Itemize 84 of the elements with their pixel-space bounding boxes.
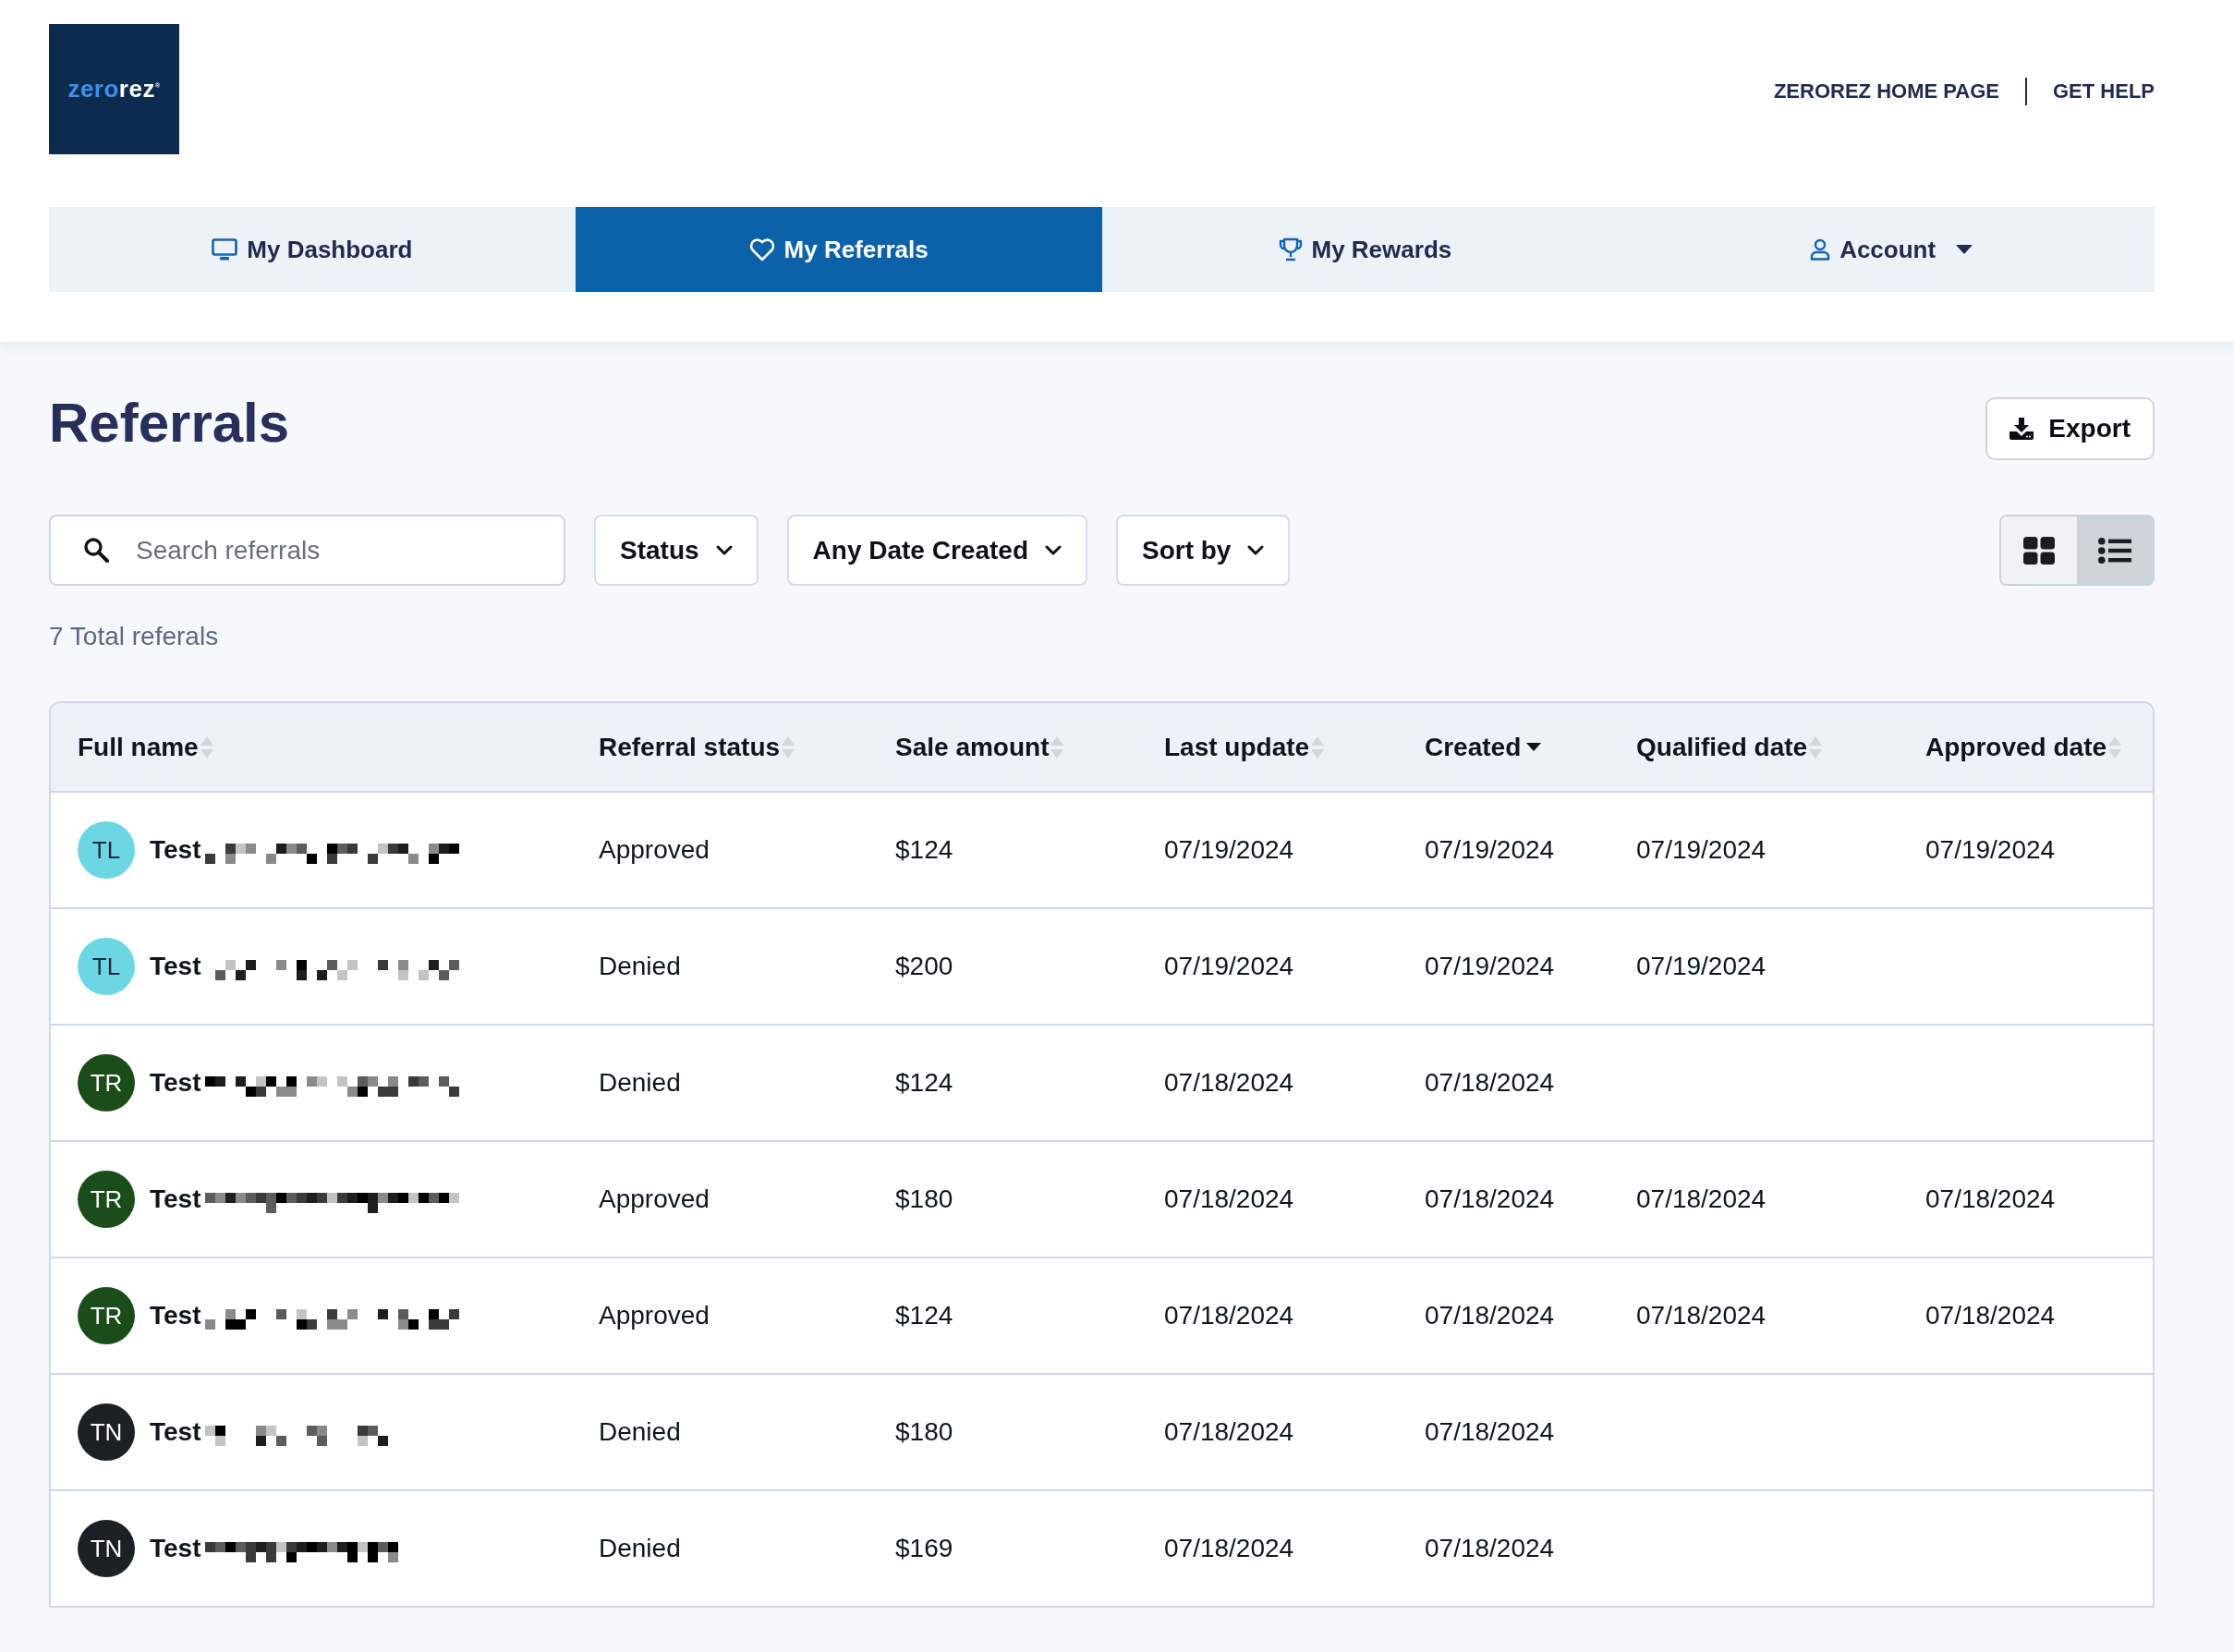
table-cell: $124: [895, 1301, 953, 1330]
name-text: Test: [150, 1184, 201, 1214]
column-header[interactable]: Last update: [1164, 732, 1325, 762]
avatar: TR: [78, 1287, 135, 1344]
table-cell: 07/19/2024: [1164, 952, 1294, 980]
chevron-down-icon: [1045, 545, 1062, 555]
table-cell: Denied: [599, 1068, 681, 1097]
name-text: Test: [150, 835, 201, 865]
avatar: TR: [78, 1054, 135, 1111]
table-cell: 07/18/2024: [1636, 1301, 1767, 1330]
export-button[interactable]: Export: [1985, 397, 2155, 460]
avatar: TL: [78, 821, 135, 879]
grid-view-button[interactable]: [2001, 516, 2077, 584]
table-cell: 07/18/2024: [1425, 1184, 1555, 1213]
total-count: 7 Total referals: [49, 622, 219, 650]
table-cell: 07/18/2024: [1636, 1184, 1767, 1213]
avatar: TR: [78, 1171, 135, 1228]
table-cell: 07/18/2024: [1925, 1301, 2056, 1330]
chevron-down-icon: [1247, 545, 1265, 555]
table-cell: Approved: [599, 835, 710, 864]
table-cell: 07/18/2024: [1164, 1184, 1294, 1213]
table-cell: $169: [895, 1534, 953, 1562]
table-cell: $124: [895, 835, 953, 864]
nav-tab[interactable]: Account: [1628, 207, 2155, 292]
name-text: Test: [150, 1417, 201, 1447]
table-cell: Approved: [599, 1301, 710, 1330]
table-cell: 07/19/2024: [1164, 835, 1294, 864]
download-icon: [2009, 418, 2034, 440]
table-cell: 07/18/2024: [1164, 1068, 1294, 1097]
nav-tab[interactable]: My Referrals: [575, 207, 1102, 292]
table-cell: 07/19/2024: [1636, 835, 1767, 864]
table-cell: 07/18/2024: [1425, 1301, 1555, 1330]
table-cell: 07/18/2024: [1425, 1068, 1555, 1097]
table-cell: 07/18/2024: [1425, 1534, 1555, 1562]
nav-tab[interactable]: My Rewards: [1101, 207, 1629, 292]
table-cell: 07/19/2024: [1425, 835, 1555, 864]
chevron-down-icon: [715, 545, 733, 555]
list-icon: [2098, 537, 2131, 564]
filter-dropdown[interactable]: Any Date Created: [786, 515, 1087, 586]
table-cell: $180: [895, 1417, 953, 1446]
table-cell: 07/18/2024: [1425, 1417, 1555, 1446]
trophy-icon: [1278, 237, 1303, 261]
name-text: Test: [150, 1534, 201, 1563]
column-header[interactable]: Qualified date: [1636, 732, 1823, 762]
heart-icon: [748, 237, 775, 261]
table-cell: 07/18/2024: [1164, 1301, 1294, 1330]
column-header[interactable]: Referral status: [599, 732, 795, 762]
table-cell: 07/19/2024: [1425, 952, 1555, 980]
user-icon: [1810, 238, 1831, 261]
page-title: Referrals: [49, 391, 290, 456]
caret-down-icon: [1956, 245, 1973, 254]
filter-dropdown[interactable]: Status: [594, 515, 759, 586]
avatar: TN: [78, 1403, 135, 1461]
column-header[interactable]: Sale amount: [895, 732, 1064, 762]
avatar: TN: [78, 1520, 135, 1577]
search-field[interactable]: Search referrals: [49, 515, 565, 586]
table-cell: $200: [895, 952, 953, 980]
name-text: Test: [150, 1301, 201, 1330]
header-link[interactable]: ZEROREZ HOME PAGE: [1773, 79, 1999, 103]
table-cell: 07/19/2024: [1925, 835, 2056, 864]
table-cell: Denied: [599, 952, 681, 980]
grid-icon: [2023, 536, 2055, 565]
column-header[interactable]: Created: [1425, 732, 1542, 762]
search-icon: [83, 537, 109, 563]
table-cell: 07/18/2024: [1925, 1184, 2056, 1213]
table-cell: 07/18/2024: [1164, 1534, 1294, 1562]
name-text: Test: [150, 1068, 201, 1098]
table-cell: Denied: [599, 1534, 681, 1562]
avatar: TL: [78, 938, 135, 995]
header-link[interactable]: GET HELP: [2053, 79, 2155, 103]
column-header[interactable]: Full name: [78, 732, 213, 762]
table-cell: $124: [895, 1068, 953, 1097]
nav-tab[interactable]: My Dashboard: [49, 207, 576, 292]
logo[interactable]: zerorez$^{®}$: [49, 24, 179, 154]
table-cell: 07/19/2024: [1636, 952, 1767, 980]
table-cell: 07/18/2024: [1164, 1417, 1294, 1446]
table-cell: Denied: [599, 1417, 681, 1446]
table-cell: Approved: [599, 1184, 710, 1213]
table-cell: $180: [895, 1184, 953, 1213]
name-text: Test: [150, 952, 201, 981]
filter-dropdown[interactable]: Sort by: [1116, 515, 1291, 586]
column-header[interactable]: Approved date: [1925, 732, 2122, 762]
monitor-icon: [212, 238, 238, 261]
list-view-button[interactable]: [2077, 516, 2153, 584]
